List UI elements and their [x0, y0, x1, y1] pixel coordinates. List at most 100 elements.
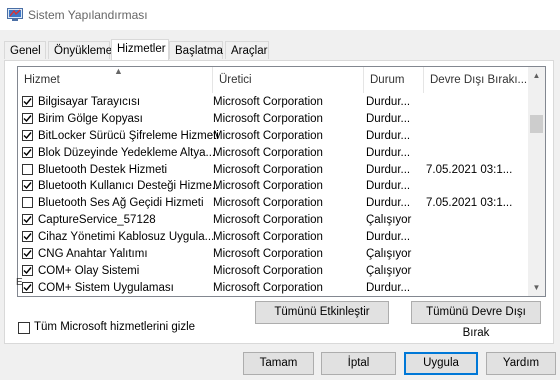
service-manufacturer: Microsoft Corporation	[213, 96, 323, 108]
service-checkbox[interactable]	[22, 129, 33, 141]
service-checkbox[interactable]	[22, 163, 33, 175]
service-checkbox[interactable]	[22, 197, 33, 209]
cancel-button[interactable]: İptal	[321, 352, 396, 375]
service-row[interactable]: Bilgisayar Tarayıcısı Microsoft Corporati…	[18, 94, 528, 111]
service-manufacturer: Microsoft Corporation	[213, 146, 323, 159]
title-bar: Sistem Yapılandırması	[0, 0, 560, 30]
vertical-scrollbar[interactable]: ▲ ▼	[528, 67, 545, 296]
service-checkbox[interactable]	[22, 281, 33, 293]
stray-glyph: E	[16, 277, 23, 288]
service-row[interactable]: Cihaz Yönetimi Kablosuz Uygula... Microso…	[18, 229, 528, 246]
service-disabled-date: 7.05.2021 03:1...	[426, 163, 513, 176]
checkmark-icon	[23, 98, 32, 106]
checkmark-icon	[23, 250, 32, 258]
tab-startup[interactable]: Başlatma	[169, 41, 223, 59]
column-header-status[interactable]: Durum	[364, 67, 424, 93]
tab-general[interactable]: Genel	[4, 41, 46, 59]
service-checkbox[interactable]	[22, 96, 33, 107]
scroll-up-icon[interactable]: ▲	[528, 67, 545, 84]
service-name: CNG Anahtar Yalıtımı	[38, 248, 148, 261]
service-name: Bilgisayar Tarayıcısı	[38, 96, 141, 108]
scroll-thumb[interactable]	[530, 115, 543, 133]
service-checkbox[interactable]	[22, 146, 33, 158]
service-name: Bluetooth Destek Hizmeti	[38, 163, 168, 176]
column-header-manufacturer[interactable]: Üretici	[213, 67, 364, 93]
checkmark-icon	[23, 131, 32, 139]
service-row[interactable]: Blok Düzeyinde Yedekleme Altya... Microso…	[18, 145, 528, 162]
tab-tools[interactable]: Araçlar	[225, 41, 269, 59]
service-checkbox[interactable]	[22, 248, 33, 260]
hide-microsoft-label: Tüm Microsoft hizmetlerini gizle	[34, 321, 196, 333]
service-name: BitLocker Sürücü Şifreleme Hizmeti	[38, 129, 218, 142]
checkmark-icon	[23, 182, 32, 190]
checkmark-icon	[23, 148, 32, 156]
service-status: Durdur...	[366, 96, 411, 108]
services-panel: ▲ Hizmet Üretici Durum Devre Dışı Bırakı…	[4, 60, 554, 344]
service-manufacturer: Microsoft Corporation	[213, 264, 323, 277]
service-rows: Bilgisayar Tarayıcısı Microsoft Corporati…	[18, 94, 528, 296]
tab-services[interactable]: Hizmetler	[111, 39, 169, 60]
checkmark-icon	[23, 216, 32, 224]
hide-microsoft-checkbox[interactable]	[18, 322, 30, 334]
service-row[interactable]: Birim Gölge Kopyası Microsoft Corporation…	[18, 111, 528, 128]
service-row[interactable]: CaptureService_57128 Microsoft Corporatio…	[18, 212, 528, 229]
service-manufacturer: Microsoft Corporation	[213, 231, 323, 244]
service-manufacturer: Microsoft Corporation	[213, 281, 323, 294]
service-disabled-date: 7.05.2021 03:1...	[426, 197, 513, 210]
service-name: Bluetooth Kullanıcı Desteği Hizme...	[38, 180, 218, 193]
service-row[interactable]: Bluetooth Kullanıcı Desteği Hizme... Micr…	[18, 178, 528, 195]
service-status: Çalışıyor	[366, 214, 412, 227]
service-checkbox[interactable]	[22, 214, 33, 226]
scroll-down-icon[interactable]: ▼	[528, 279, 545, 296]
service-status: Çalışıyor	[366, 264, 412, 277]
service-checkbox[interactable]	[22, 231, 33, 243]
service-status: Durdur...	[366, 180, 411, 193]
column-header-disabled-date[interactable]: Devre Dışı Bırakı...	[424, 67, 528, 93]
service-manufacturer: Microsoft Corporation	[213, 214, 323, 227]
service-row[interactable]: BitLocker Sürücü Şifreleme Hizmeti Micros…	[18, 128, 528, 145]
service-manufacturer: Microsoft Corporation	[213, 163, 323, 176]
service-status: Durdur...	[366, 146, 411, 159]
service-manufacturer: Microsoft Corporation	[213, 129, 323, 142]
service-name: Bluetooth Ses Ağ Geçidi Hizmeti	[38, 197, 204, 210]
service-row[interactable]: CNG Anahtar Yalıtımı Microsoft Corporatio…	[18, 246, 528, 263]
service-status: Durdur...	[366, 163, 411, 176]
msconfig-icon	[7, 8, 23, 21]
service-name: CaptureService_57128	[38, 214, 156, 227]
service-manufacturer: Microsoft Corporation	[213, 197, 323, 210]
service-status: Durdur...	[366, 231, 411, 244]
service-manufacturer: Microsoft Corporation	[213, 112, 323, 125]
service-row[interactable]: COM+ Olay Sistemi Microsoft Corporation Ça…	[18, 263, 528, 280]
column-header-service[interactable]: Hizmet	[18, 67, 213, 93]
service-name: Cihaz Yönetimi Kablosuz Uygula...	[38, 231, 215, 244]
disable-all-button[interactable]: Tümünü Devre Dışı Bırak	[411, 301, 541, 339]
service-name: Birim Gölge Kopyası	[38, 112, 143, 125]
checkmark-icon	[23, 114, 32, 122]
service-checkbox[interactable]	[22, 180, 33, 192]
ok-button[interactable]: Tamam	[243, 352, 314, 375]
service-name: COM+ Sistem Uygulaması	[38, 281, 174, 294]
service-name: COM+ Olay Sistemi	[38, 264, 140, 277]
service-status: Durdur...	[366, 129, 411, 142]
checkmark-icon	[23, 283, 32, 291]
service-name: Blok Düzeyinde Yedekleme Altya...	[38, 146, 216, 159]
tab-boot[interactable]: Önyükleme	[48, 41, 112, 59]
service-manufacturer: Microsoft Corporation	[213, 180, 323, 193]
service-manufacturer: Microsoft Corporation	[213, 248, 323, 261]
services-list[interactable]: ▲ Hizmet Üretici Durum Devre Dışı Bırakı…	[17, 66, 546, 297]
service-row[interactable]: Bluetooth Ses Ağ Geçidi Hizmeti Microsoft…	[18, 195, 528, 212]
service-row[interactable]: Bluetooth Destek Hizmeti Microsoft Corpor…	[18, 162, 528, 179]
help-button[interactable]: Yardım	[486, 352, 556, 375]
service-status: Durdur...	[366, 197, 411, 210]
checkmark-icon	[23, 233, 32, 241]
service-row[interactable]: COM+ Sistem Uygulaması Microsoft Corporat…	[18, 280, 528, 296]
enable-all-button[interactable]: Tümünü Etkinleştir	[255, 301, 389, 324]
list-header: ▲ Hizmet Üretici Durum Devre Dışı Bırakı…	[18, 67, 528, 93]
apply-button[interactable]: Uygula	[404, 352, 478, 375]
window-title: Sistem Yapılandırması	[28, 8, 148, 22]
checkmark-icon	[23, 266, 32, 274]
service-checkbox[interactable]	[22, 264, 33, 276]
service-status: Durdur...	[366, 281, 411, 294]
service-checkbox[interactable]	[22, 112, 33, 124]
service-status: Çalışıyor	[366, 248, 412, 261]
